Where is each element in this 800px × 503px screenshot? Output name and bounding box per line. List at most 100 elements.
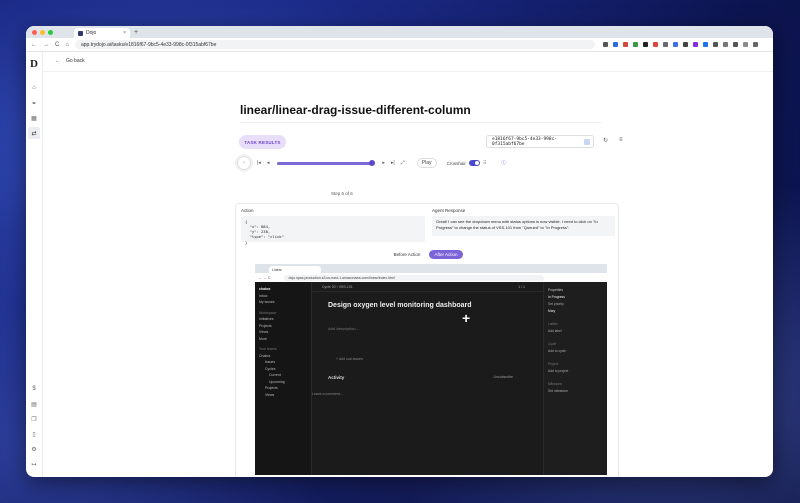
tab-close-icon[interactable]: × (123, 30, 126, 36)
billing-icon[interactable]: $ (28, 383, 40, 395)
linear-sidebar: chakra Inbox My issues Workspace Initiat… (255, 282, 312, 475)
minimize-window-icon[interactable] (40, 29, 45, 35)
linear-unsubscribe: Unsubscribe (493, 375, 513, 379)
close-window-icon[interactable] (32, 29, 37, 35)
step-indicator: Step 6 of 6 (331, 191, 353, 196)
tasks-icon[interactable]: ⇄ (28, 127, 40, 139)
main-content: ← Go back linear/linear-drag-issue-diffe… (43, 52, 773, 477)
linear-set-milestone: Set milestone (548, 388, 568, 393)
linear-properties-panel: Properties In Progress Set priority Mary… (543, 282, 607, 475)
linear-add-sub-issues: + Add sub-issues (336, 357, 363, 361)
reload-icon[interactable]: C (55, 42, 59, 48)
linear-cycle-title: Cycle (548, 341, 557, 346)
divider (240, 122, 601, 123)
step-slider[interactable] (277, 159, 376, 166)
refresh-icon[interactable]: ↻ (603, 137, 608, 144)
step-slider-handle[interactable] (369, 159, 376, 166)
extension-icon[interactable] (682, 42, 688, 47)
linear-add-project: Add to project (548, 368, 569, 373)
crosshair-label: Crosshair (446, 160, 466, 166)
download-icon[interactable] (732, 42, 738, 47)
extension-icon[interactable] (652, 42, 658, 47)
after-action-button[interactable]: After Action (429, 250, 463, 259)
star-icon[interactable] (602, 42, 608, 47)
extension-icon[interactable] (632, 42, 638, 47)
sidebar-toggle-icon[interactable] (722, 42, 728, 47)
linear-app: chakra Inbox My issues Workspace Initiat… (255, 282, 607, 475)
crosshair-toggle[interactable] (468, 160, 480, 166)
step-panel: Action Agent Response { "x": 884, "y": 2… (235, 203, 619, 477)
maximize-window-icon[interactable] (48, 29, 53, 35)
action-label: Action (241, 208, 254, 213)
linear-milestone-title: Milestone (548, 381, 563, 386)
extension-icon[interactable] (702, 42, 708, 47)
extension-icon[interactable] (672, 42, 678, 47)
linear-breadcrumb: Cycle 20 › VSS-101 1 / 1 (312, 282, 543, 292)
extension-icon[interactable] (692, 42, 698, 47)
extension-icon[interactable] (622, 42, 628, 47)
dojo-favicon-icon (78, 30, 83, 36)
profile-avatar[interactable] (742, 42, 748, 47)
extension-icon[interactable] (662, 42, 668, 47)
linear-props-title: Properties (548, 287, 564, 292)
linear-comment: Leave a comment... (312, 392, 343, 396)
forward-icon[interactable]: → (43, 42, 49, 48)
crosshair-marker-icon: + (462, 310, 471, 326)
linear-nav-item: Views (265, 392, 275, 397)
step-slider-fill (277, 161, 373, 165)
database-icon[interactable]: ▤ (28, 398, 40, 410)
inner-nav-icons: ← → C (259, 275, 271, 280)
browser-tab[interactable]: Dojo × (74, 28, 130, 38)
home-icon[interactable]: ⌂ (65, 42, 69, 48)
play-button[interactable]: Play (416, 158, 437, 168)
linear-nav-item: More (259, 336, 267, 341)
back-icon[interactable]: ← (31, 42, 37, 48)
go-back-link[interactable]: ← Go back (55, 58, 85, 64)
document-icon[interactable]: ▯ (28, 428, 40, 440)
info-icon[interactable]: ⓘ (501, 160, 506, 166)
inner-tab-strip: Linear (255, 264, 607, 273)
address-bar-row: ← → C ⌂ app.trydojo.ai/tasks/e1816f67-9b… (26, 38, 773, 52)
agent-response-text: Great! I can see the dropdown menu with … (432, 216, 615, 236)
new-tab-button[interactable]: + (134, 29, 138, 36)
linear-add-label: Add label (548, 328, 562, 333)
step-back-icon[interactable]: ◂ (267, 160, 270, 166)
copy-icon[interactable] (584, 138, 590, 145)
browser-window: Dojo × + ← → C ⌂ app.trydojo.ai/tasks/e1… (26, 26, 773, 477)
extension-icon[interactable] (612, 42, 618, 47)
task-id-field[interactable]: e1816f67-9bc5-4e33-998c-0f315abf67be (486, 135, 594, 148)
fullscreen-icon[interactable]: ⤢ (401, 160, 405, 166)
url-input[interactable]: app.trydojo.ai/tasks/e1816f67-9bc5-4e33-… (74, 40, 595, 49)
app-sidebar: D ⌂ ⚭ ▦ ⇄ $ ▤ ❐ ▯ ⚙ ↦ (26, 52, 43, 477)
record-button[interactable]: ○ (237, 156, 251, 170)
home-icon[interactable]: ⌂ (28, 82, 40, 94)
link-icon[interactable]: ⚭ (28, 97, 40, 109)
inner-tab: Linear (269, 266, 321, 273)
agent-response-label: Agent Response (432, 208, 466, 213)
skip-first-icon[interactable]: |◂ (257, 160, 261, 166)
task-results-badge[interactable]: TASK RESULTS (239, 135, 286, 149)
dojo-logo: D (30, 58, 38, 70)
arrow-left-icon: ← (55, 58, 60, 64)
list-icon[interactable]: ≡ (619, 137, 623, 143)
copy-icon[interactable]: ❐ (28, 413, 40, 425)
grid-icon[interactable]: ▦ (28, 112, 40, 124)
logout-icon[interactable]: ↦ (28, 458, 40, 470)
grid-icon[interactable]: ⠿ (483, 160, 486, 166)
linear-pager: 1 / 1 (518, 284, 525, 289)
after-action-screenshot: Linear ← → C dojo.spas.production.s3.us-… (255, 264, 607, 475)
linear-add-cycle: Add to cycle (548, 348, 566, 353)
page-title: linear/linear-drag-issue-different-colum… (240, 103, 471, 117)
linear-issue-title: Design oxygen level monitoring dashboard (328, 302, 472, 309)
before-action-button[interactable]: Before Action (390, 250, 424, 259)
menu-icon[interactable] (752, 42, 758, 47)
step-forward-icon[interactable]: ▸ (382, 160, 385, 166)
app: D ⌂ ⚭ ▦ ⇄ $ ▤ ❐ ▯ ⚙ ↦ ← Go back linear/l… (26, 52, 773, 477)
extension-icon[interactable] (642, 42, 648, 47)
extension-icons (602, 42, 758, 47)
skip-last-icon[interactable]: ▸| (391, 160, 395, 166)
action-json: { "x": 884, "y": 238, "type": "click" } (241, 216, 425, 245)
settings-icon[interactable]: ⚙ (28, 443, 40, 455)
puzzle-icon[interactable] (712, 42, 718, 47)
inner-address-bar: ← → C dojo.spas.production.s3.us-east-1.… (255, 273, 607, 282)
